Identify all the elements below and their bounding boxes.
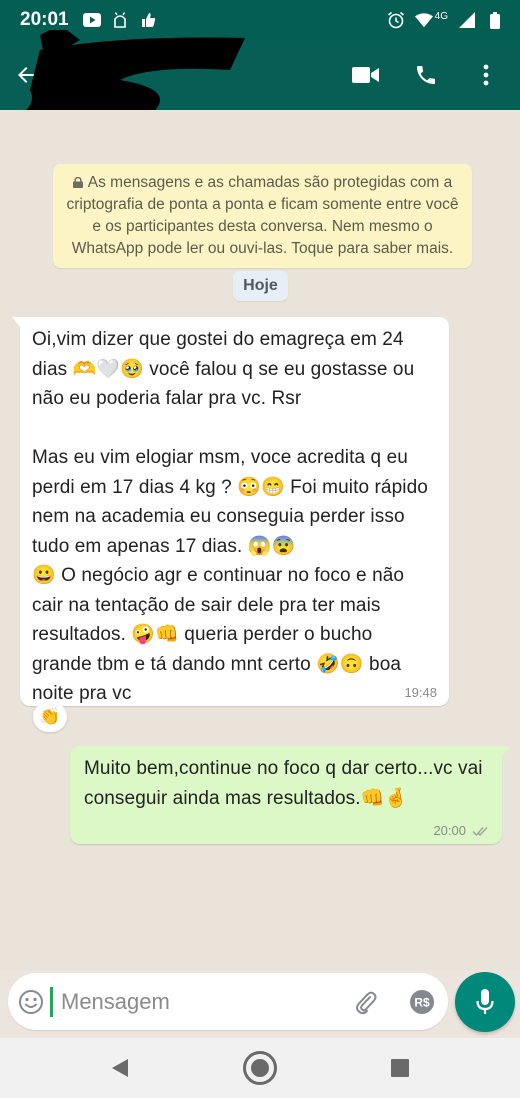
thumbs-up-icon bbox=[139, 11, 157, 29]
lock-icon bbox=[72, 177, 83, 188]
signal-icon bbox=[458, 11, 476, 29]
youtube-icon bbox=[82, 11, 101, 29]
payment-button[interactable]: R$ bbox=[405, 985, 439, 1019]
message-meta: 20:00 bbox=[433, 823, 490, 838]
recents-nav-icon bbox=[391, 1059, 409, 1077]
chat-area[interactable]: As mensagens e as chamadas são protegida… bbox=[0, 110, 520, 970]
more-options-button[interactable] bbox=[466, 55, 506, 95]
system-nav-bar bbox=[0, 1038, 520, 1098]
payment-icon: R$ bbox=[410, 989, 434, 1014]
home-nav-icon bbox=[243, 1051, 277, 1085]
voice-call-button[interactable] bbox=[406, 55, 446, 95]
mic-icon bbox=[476, 989, 494, 1014]
outgoing-message[interactable]: Muito bem,continue no foco q dar certo..… bbox=[70, 746, 510, 844]
encryption-notice-text: As mensagens e as chamadas são protegida… bbox=[66, 174, 459, 257]
nav-back-button[interactable] bbox=[100, 1048, 140, 1088]
phone-icon bbox=[417, 66, 435, 84]
encryption-notice[interactable]: As mensagens e as chamadas são protegida… bbox=[53, 164, 472, 268]
message-time: 20:00 bbox=[433, 823, 466, 838]
message-reaction[interactable]: 👏 bbox=[33, 702, 67, 732]
battery-icon bbox=[486, 11, 504, 29]
status-time: 20:01 bbox=[20, 9, 69, 30]
nav-recents-button[interactable] bbox=[380, 1048, 420, 1088]
attach-button[interactable] bbox=[349, 985, 383, 1019]
attach-icon bbox=[356, 991, 377, 1014]
message-composer: R$ bbox=[8, 973, 490, 1030]
wifi-icon bbox=[414, 11, 433, 29]
video-call-icon bbox=[352, 67, 379, 83]
svg-text:R$: R$ bbox=[414, 995, 430, 1009]
voice-record-button[interactable] bbox=[455, 972, 515, 1032]
android-debug-icon bbox=[111, 11, 129, 29]
emoji-button[interactable] bbox=[18, 985, 44, 1019]
emoji-icon bbox=[19, 989, 43, 1014]
video-call-button[interactable] bbox=[346, 55, 386, 95]
more-vert-icon bbox=[483, 64, 489, 86]
network-type: 4G bbox=[434, 10, 448, 22]
message-time: 19:48 bbox=[404, 685, 437, 700]
incoming-message[interactable]: Oi,vim dizer que gostei do emagreça em 2… bbox=[12, 317, 449, 706]
message-text: Muito bem,continue no foco q dar certo..… bbox=[84, 758, 483, 809]
nav-home-button[interactable] bbox=[240, 1048, 280, 1088]
message-meta: 19:48 bbox=[404, 685, 437, 700]
alarm-icon bbox=[387, 11, 405, 29]
message-text: Oi,vim dizer que gostei do emagreça em 2… bbox=[32, 329, 428, 704]
message-input[interactable] bbox=[50, 986, 349, 1017]
back-nav-icon bbox=[112, 1059, 128, 1077]
date-separator: Hoje bbox=[233, 271, 288, 301]
double-check-icon bbox=[472, 826, 488, 836]
